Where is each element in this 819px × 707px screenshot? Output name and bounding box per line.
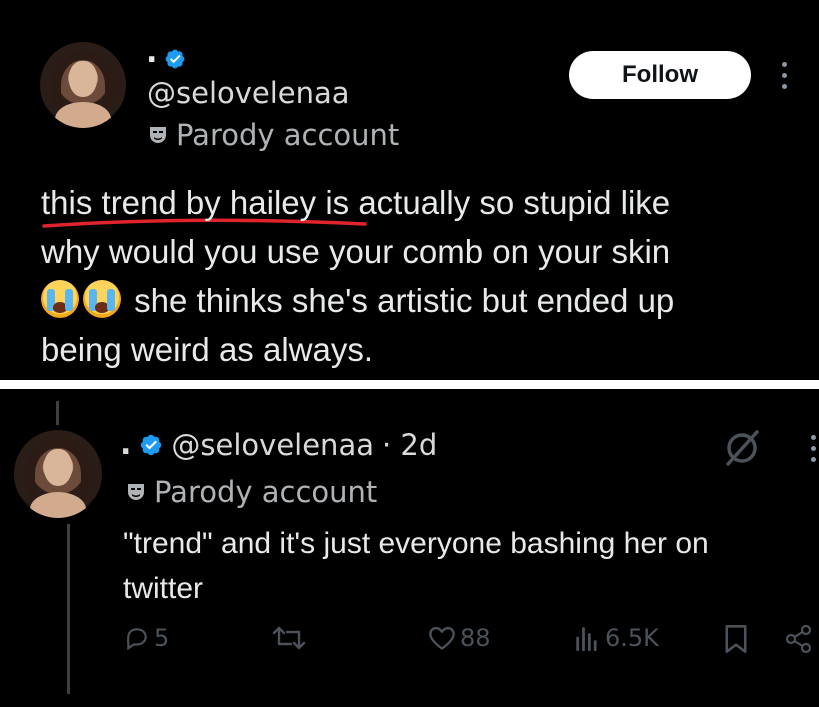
parody-text: Parody account (154, 475, 378, 509)
follow-button[interactable]: Follow (569, 51, 751, 99)
verified-badge-icon (141, 434, 162, 455)
share-icon[interactable] (784, 624, 814, 654)
reply-text-line: "trend" and it's just everyone bashing h… (123, 527, 709, 560)
view-count: 6.5K (605, 624, 659, 652)
timestamp[interactable]: · 2d (382, 428, 437, 462)
post-text-line: she thinks she's artistic but ended up (41, 276, 801, 325)
thread-line (67, 524, 70, 694)
reply-text: "trend" and it's just everyone bashing h… (123, 521, 803, 611)
more-options-icon[interactable] (810, 435, 816, 462)
post-text: this trend by hailey is actually so stup… (41, 178, 801, 374)
reply-count: 5 (154, 624, 170, 652)
post-text-line: this trend by hailey is actually so stup… (41, 184, 671, 221)
verified-badge-icon (165, 49, 185, 69)
handle[interactable]: @selovelenaa (171, 428, 374, 462)
mask-icon (150, 127, 166, 143)
action-bar: 5 88 6.5K (0, 624, 819, 660)
grok-icon[interactable] (723, 429, 761, 467)
handle[interactable]: @selovelenaa (147, 76, 350, 110)
parody-text: Parody account (176, 118, 400, 152)
loudly-crying-face-icon (83, 280, 121, 318)
mask-icon (128, 484, 144, 500)
reply-action[interactable]: 5 (124, 624, 169, 652)
display-name[interactable]: . (146, 38, 157, 68)
reply-icon (126, 628, 147, 651)
like-count: 88 (460, 624, 491, 652)
more-options-icon[interactable] (781, 62, 787, 89)
post-text-segment: she thinks she's artistic but ended up (134, 282, 675, 319)
original-post: . @selovelenaa Parody account Follow thi… (0, 0, 819, 380)
views-icon (576, 627, 597, 652)
heart-icon (429, 626, 455, 650)
divider (0, 380, 819, 389)
post-text-line: being weird as always. (41, 331, 373, 368)
like-action[interactable]: 88 (428, 624, 491, 652)
repost-icon (272, 626, 306, 650)
views-action[interactable]: 6.5K (573, 624, 659, 652)
parody-label: Parody account (148, 118, 399, 152)
bookmark-icon[interactable] (722, 624, 750, 654)
avatar[interactable] (14, 430, 102, 518)
reply-text-line: twitter (123, 572, 204, 605)
reply-header: . @selovelenaa · 2d (120, 427, 437, 462)
thread-line (56, 401, 59, 425)
display-name[interactable]: . (120, 427, 131, 462)
post-text-line: why would you use your comb on your skin (41, 233, 671, 270)
repost-action[interactable] (272, 624, 306, 652)
avatar[interactable] (40, 42, 126, 128)
reply-post: . @selovelenaa · 2d Parody account "tren… (0, 389, 819, 707)
loudly-crying-face-icon (41, 280, 79, 318)
parody-label: Parody account (126, 475, 377, 509)
